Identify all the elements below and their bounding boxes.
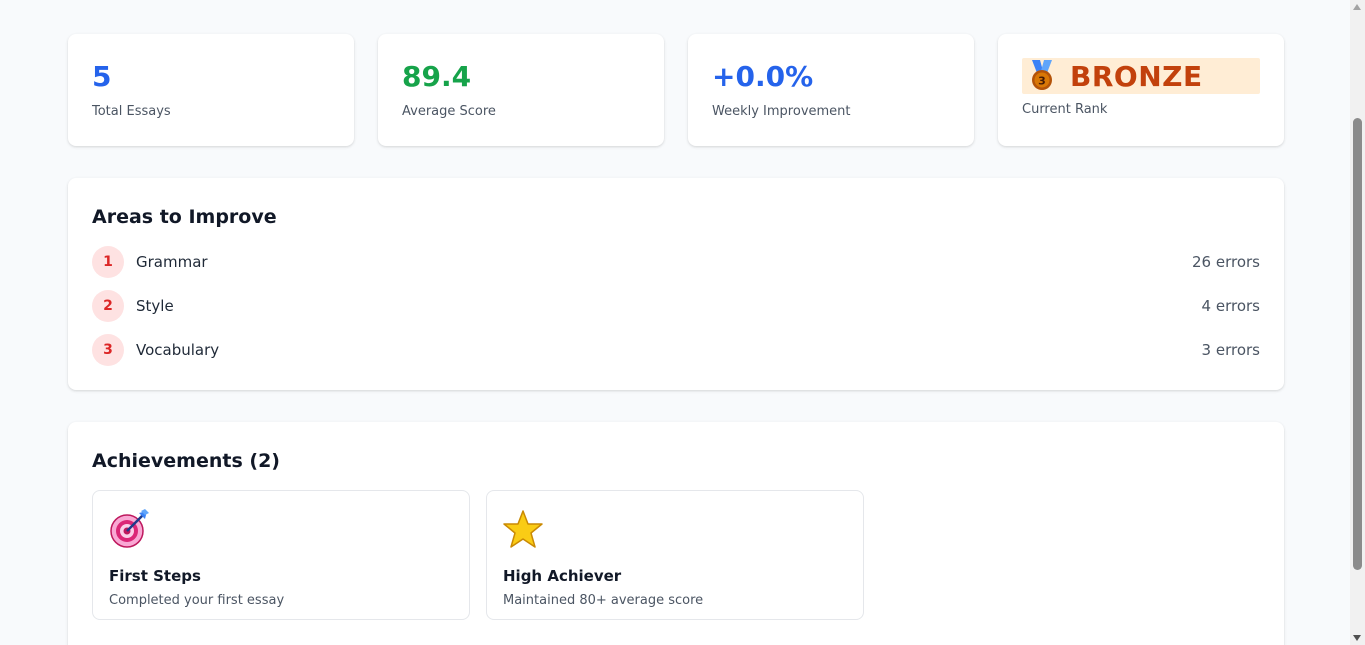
achievement-desc: Maintained 80+ average score xyxy=(503,593,704,608)
list-item: 1 Grammar 26 errors xyxy=(92,246,1260,278)
list-item: 3 Vocabulary 3 errors xyxy=(92,334,1260,366)
stat-label: Average Score xyxy=(402,104,496,119)
improve-name: Vocabulary xyxy=(136,341,220,359)
error-count: 4 errors xyxy=(1201,297,1260,315)
stat-card-current-rank: 3 BRONZE Current Rank xyxy=(998,34,1284,146)
achievement-card-high-achiever: High Achiever Maintained 80+ average sco… xyxy=(486,490,864,620)
improve-name: Style xyxy=(136,297,174,315)
scroll-down-icon[interactable] xyxy=(1353,635,1361,641)
areas-to-improve-panel: Areas to Improve 1 Grammar 26 errors 2 S… xyxy=(68,178,1284,390)
bronze-medal-icon: 3 xyxy=(1032,60,1052,90)
stat-value: 5 xyxy=(92,60,112,93)
stat-card-total-essays: 5 Total Essays xyxy=(68,34,354,146)
achievement-name: High Achiever xyxy=(503,567,622,585)
improve-list: 1 Grammar 26 errors 2 Style 4 errors 3 V… xyxy=(92,246,1260,366)
stat-card-weekly-improvement: +0.0% Weekly Improvement xyxy=(688,34,974,146)
stat-value: +0.0% xyxy=(712,60,814,93)
dashboard-viewport: 5 Total Essays 89.4 Average Score +0.0% … xyxy=(0,0,1365,645)
rank-number: 1 xyxy=(92,246,124,278)
panel-title: Achievements (2) xyxy=(92,450,280,472)
stat-label: Current Rank xyxy=(1022,102,1108,117)
stat-label: Weekly Improvement xyxy=(712,104,851,119)
stats-row: 5 Total Essays 89.4 Average Score +0.0% … xyxy=(68,34,1284,146)
improve-name: Grammar xyxy=(136,253,208,271)
achievement-name: First Steps xyxy=(109,567,201,585)
error-count: 3 errors xyxy=(1201,341,1260,359)
rank-number: 3 xyxy=(92,334,124,366)
error-count: 26 errors xyxy=(1192,253,1260,271)
rank-badge: 3 BRONZE xyxy=(1022,58,1260,94)
achievements-panel: Achievements (2) First Steps Completed y… xyxy=(68,422,1284,645)
list-item: 2 Style 4 errors xyxy=(92,290,1260,322)
star-icon xyxy=(503,510,543,548)
target-icon xyxy=(110,509,149,548)
stat-label: Total Essays xyxy=(92,104,171,119)
panel-title: Areas to Improve xyxy=(92,206,277,228)
scroll-thumb[interactable] xyxy=(1353,118,1362,570)
stat-value: 89.4 xyxy=(402,60,472,93)
rank-value: BRONZE xyxy=(1070,59,1203,93)
achievement-desc: Completed your first essay xyxy=(109,593,285,608)
rank-number: 2 xyxy=(92,290,124,322)
page-scrollbar[interactable] xyxy=(1350,0,1365,645)
achievement-card-first-steps: First Steps Completed your first essay xyxy=(92,490,470,620)
svg-text:3: 3 xyxy=(1038,75,1046,88)
achievements-grid: First Steps Completed your first essay H… xyxy=(92,490,1260,620)
scroll-up-icon[interactable] xyxy=(1353,4,1361,10)
stat-card-average-score: 89.4 Average Score xyxy=(378,34,664,146)
